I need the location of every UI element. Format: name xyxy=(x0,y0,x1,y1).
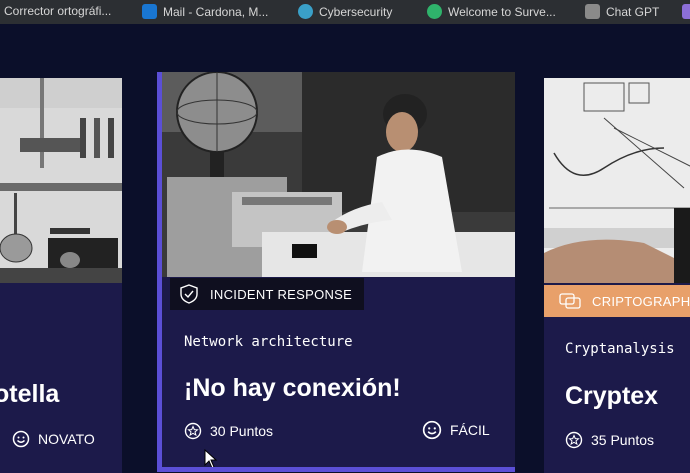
category-badge: CRIPTOGRAPHY xyxy=(544,285,690,317)
category-label: INCIDENT RESPONSE xyxy=(210,286,353,302)
category-badge: INCIDENT RESPONSE xyxy=(170,278,365,310)
category-label: CRIPTOGRAPHY xyxy=(592,293,690,309)
bookmark-label: Welcome to Surve... xyxy=(448,4,556,19)
challenge-subtitle: Network architecture xyxy=(184,334,353,350)
challenge-card-center[interactable]: INCIDENT RESPONSE Network architecture ¡… xyxy=(157,72,515,472)
chatgpt-icon xyxy=(585,4,600,19)
bookmark-label: Corrector ortográfi... xyxy=(4,4,112,18)
bookmark-label: Chat GPT xyxy=(606,4,660,19)
challenge-level: FÁCIL xyxy=(422,420,490,440)
star-icon xyxy=(184,422,202,440)
computer-history-photo xyxy=(162,72,515,277)
challenge-card-left[interactable]: otella NOVATO xyxy=(0,78,122,473)
bookmark-survey[interactable]: Welcome to Surve... xyxy=(427,4,556,19)
bookmark-more[interactable] xyxy=(682,4,690,19)
shield-icon xyxy=(180,284,198,304)
challenge-card-right[interactable]: CRIPTOGRAPHY Cryptanalysis Cryptex 35 Pu… xyxy=(544,78,690,473)
challenges-page: otella NOVATO INCIDENT RESPONSE Network … xyxy=(0,24,690,473)
points-label: 30 Puntos xyxy=(210,423,274,439)
smile-icon xyxy=(12,430,30,448)
cybersecurity-icon xyxy=(298,4,313,19)
mouse-cursor-icon xyxy=(204,449,218,467)
points-label: 35 Puntos xyxy=(591,432,655,448)
bookmark-label: Mail - Cardona, M... xyxy=(163,4,269,19)
bookmark-mail[interactable]: Mail - Cardona, M... xyxy=(142,4,268,19)
level-label: NOVATO xyxy=(38,431,95,447)
outlook-icon xyxy=(142,4,157,19)
chat-key-icon xyxy=(559,293,581,309)
bookmark-chatgpt[interactable]: Chat GPT xyxy=(585,4,659,19)
challenge-points: 35 Puntos xyxy=(565,431,654,449)
cryptography-photo xyxy=(544,78,690,283)
bookmark-icon xyxy=(682,4,690,19)
lab-photo xyxy=(0,78,122,283)
challenge-subtitle: Cryptanalysis xyxy=(565,341,675,357)
bookmark-cybersecurity[interactable]: Cybersecurity xyxy=(298,4,392,19)
smile-icon xyxy=(422,420,442,440)
level-label: FÁCIL xyxy=(450,422,490,438)
bookmark-label: Cybersecurity xyxy=(319,4,393,19)
challenge-title: ¡No hay conexión! xyxy=(184,374,401,402)
challenge-points: 30 Puntos xyxy=(184,422,273,440)
survey-icon xyxy=(427,4,442,19)
challenge-title: Cryptex xyxy=(565,382,659,410)
challenge-title: otella xyxy=(0,380,60,408)
bookmark-corrector[interactable]: Corrector ortográfi... xyxy=(4,4,111,18)
bookmarks-bar: Corrector ortográfi... Mail - Cardona, M… xyxy=(0,0,690,24)
star-icon xyxy=(565,431,583,449)
challenge-level: NOVATO xyxy=(12,430,95,448)
